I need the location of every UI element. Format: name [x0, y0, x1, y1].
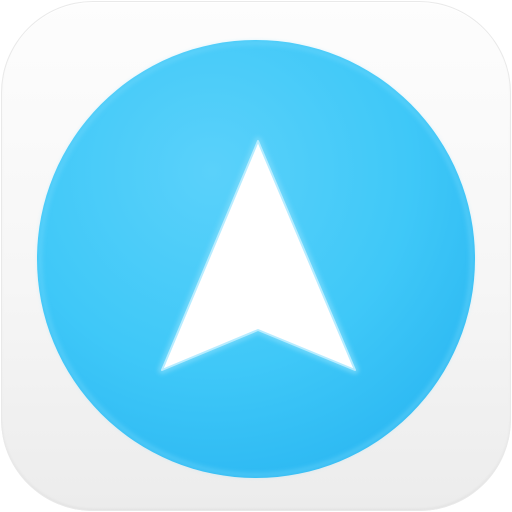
navigation-icon-graphic	[37, 40, 475, 478]
app-icon-canvas	[0, 0, 512, 512]
